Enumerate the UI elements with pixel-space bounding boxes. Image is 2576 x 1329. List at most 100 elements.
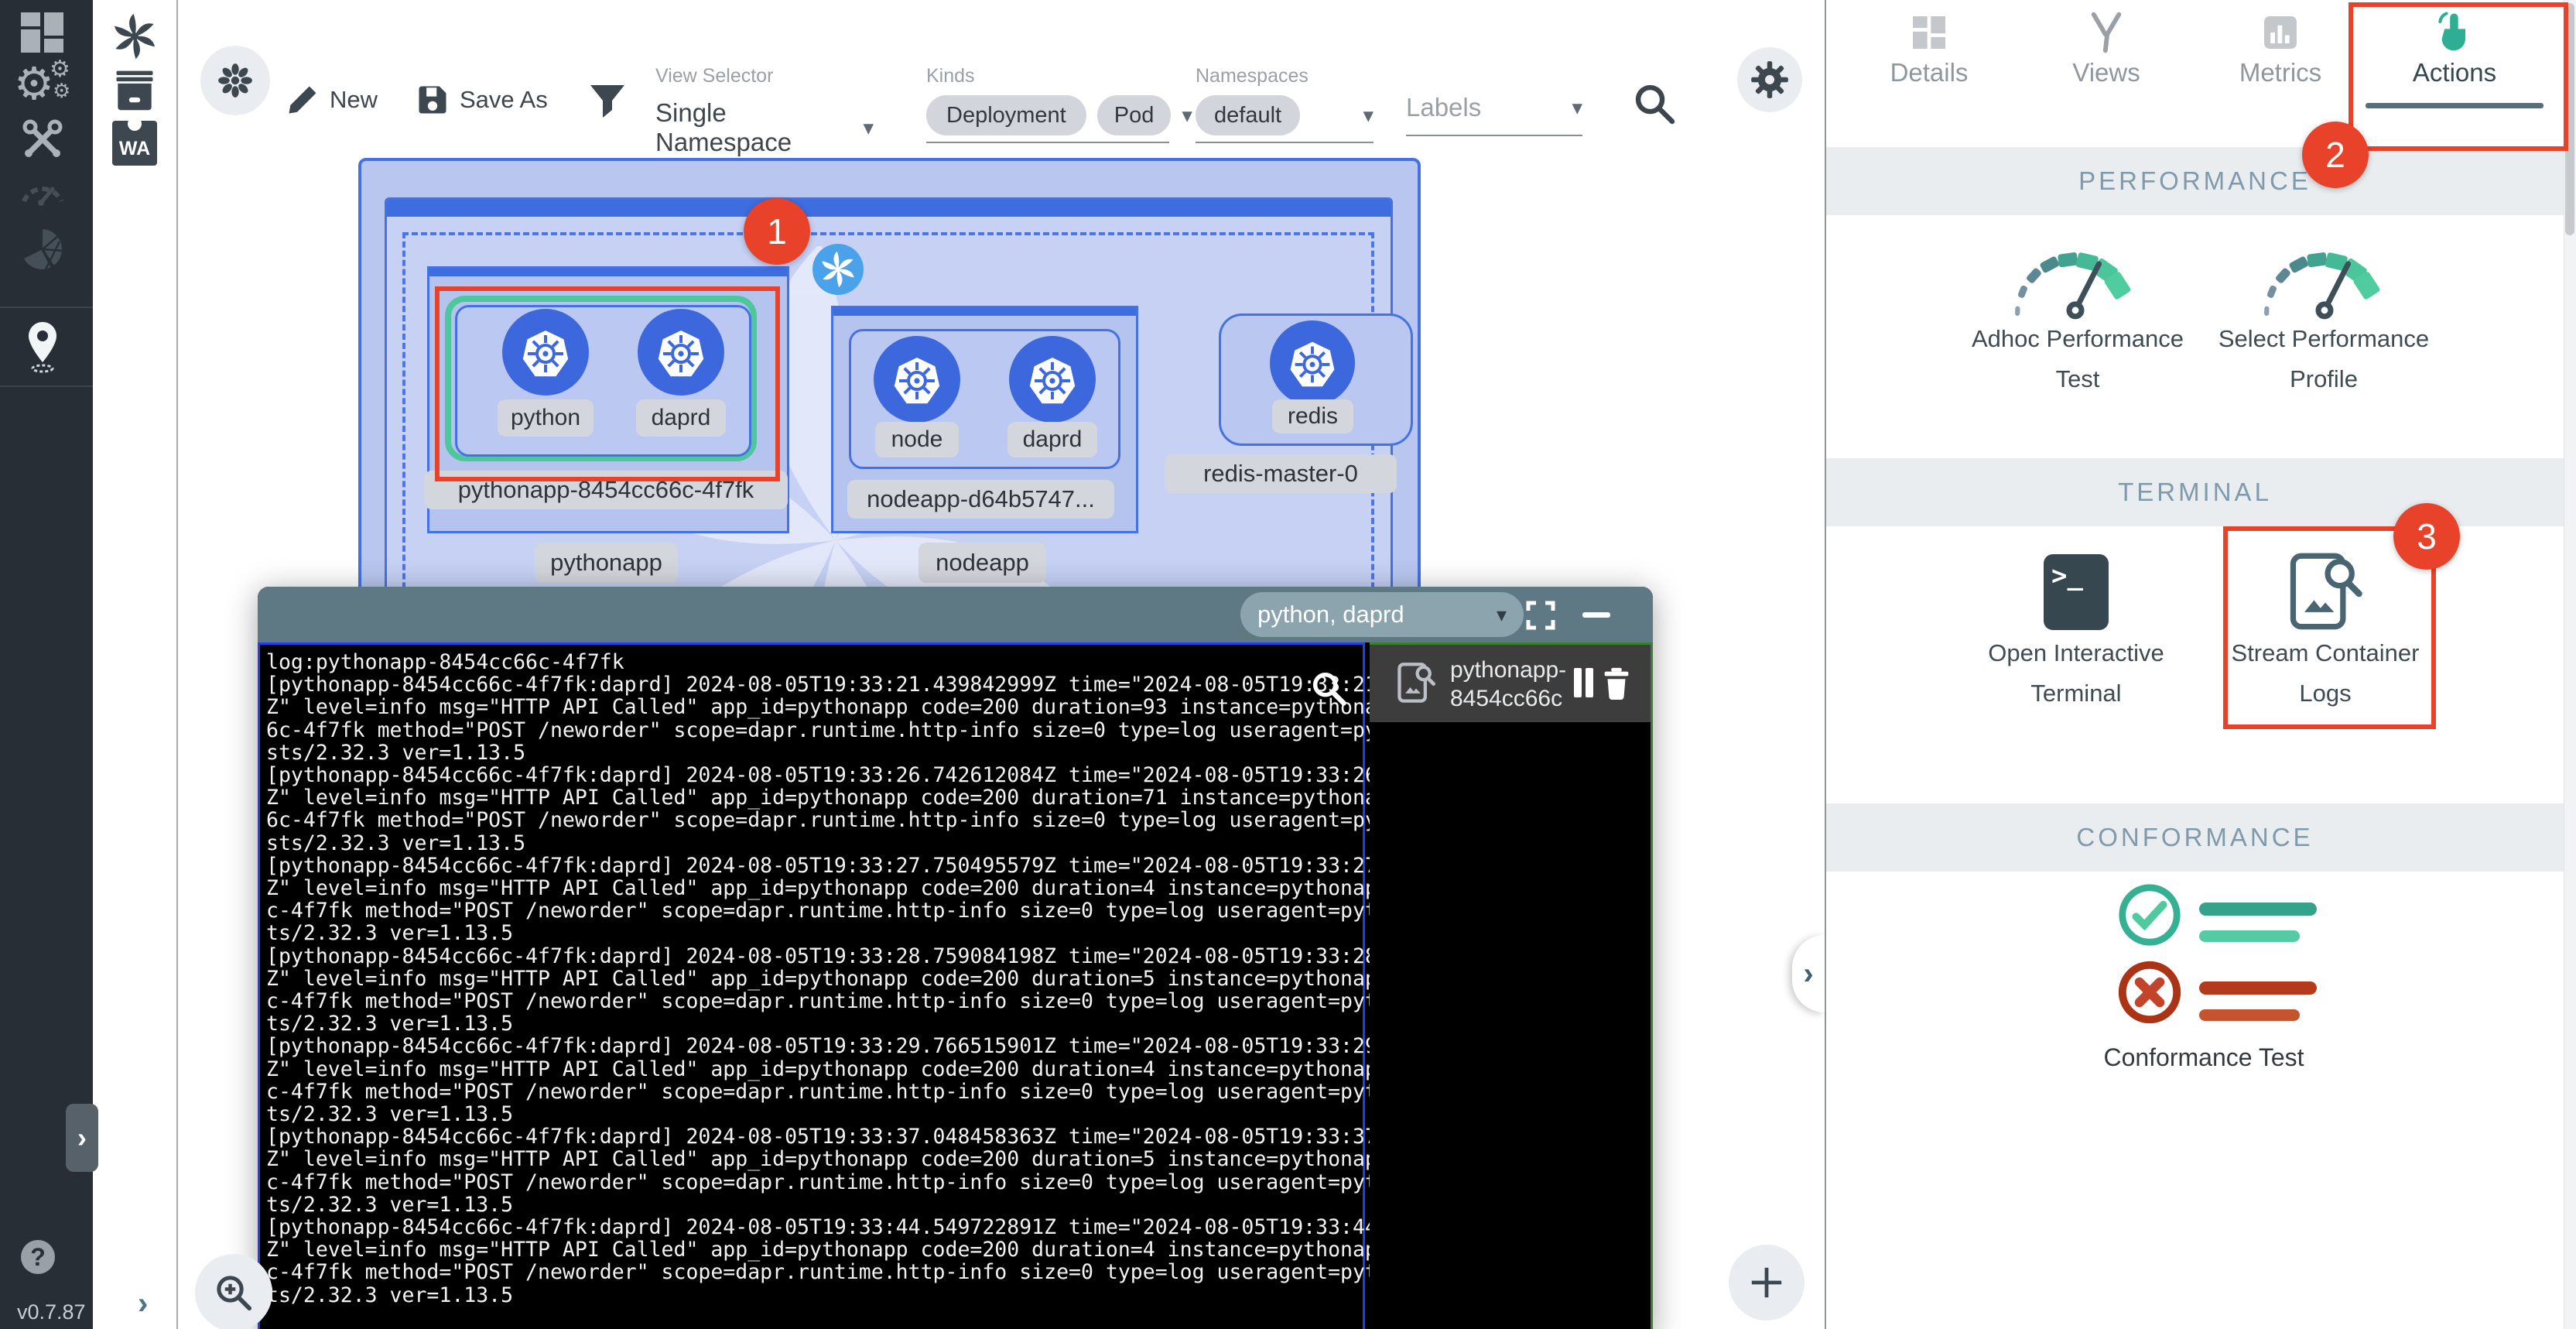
adhoc-performance-label-line1: Adhoc Performance bbox=[1954, 325, 2201, 353]
select-performance-label-line2: Profile bbox=[2200, 365, 2448, 393]
help-icon[interactable]: ? bbox=[21, 1240, 55, 1274]
settings-button[interactable] bbox=[1737, 47, 1802, 112]
container-selector[interactable]: python, daprd ▾ bbox=[1240, 592, 1524, 637]
log-line: [pythonapp-8454cc66c-4f7fk:daprd] 2024-0… bbox=[266, 1216, 1363, 1238]
log-line: log:pythonapp-8454cc66c-4f7fk bbox=[266, 651, 1363, 673]
adhoc-performance-label-line2: Test bbox=[1954, 365, 2201, 393]
container-node[interactable] bbox=[874, 336, 960, 423]
node-box-titlebar bbox=[387, 200, 1391, 217]
save-as-button[interactable]: Save As bbox=[416, 84, 548, 116]
x-line-2 bbox=[2199, 1009, 2300, 1021]
services-gear-icon[interactable]: ⚙ ⚙ ⚙ bbox=[14, 62, 74, 111]
conformance-test-label: Conformance Test bbox=[2072, 1043, 2335, 1072]
kubernetes-icon bbox=[1285, 336, 1339, 390]
view-selector-dropdown[interactable]: View Selector Single Namespace ▾ bbox=[655, 65, 874, 166]
scene-menu-button[interactable] bbox=[200, 46, 270, 115]
tab-views-label: Views bbox=[2044, 58, 2168, 87]
gauge-icon bbox=[2247, 232, 2402, 321]
kind-chip-pod[interactable]: Pod bbox=[1097, 95, 1172, 135]
terminal-titlebar[interactable]: python, daprd ▾ bbox=[258, 587, 1653, 642]
labels-placeholder: Labels bbox=[1406, 93, 1481, 122]
adhoc-performance-button[interactable] bbox=[1998, 232, 2153, 321]
log-line: Z" level=info msg="HTTP API Called" app_… bbox=[266, 968, 1363, 990]
metrics-icon bbox=[2259, 11, 2302, 54]
x-circle-icon bbox=[2116, 958, 2184, 1026]
annotation-rect-1 bbox=[435, 286, 780, 481]
dapr-logo-icon[interactable] bbox=[112, 14, 157, 59]
dapr-sidecar-badge bbox=[812, 244, 864, 295]
kinds-dropdown[interactable]: Kinds Deployment Pod ▾ bbox=[926, 65, 1169, 143]
zoom-in-icon bbox=[213, 1272, 255, 1314]
section-performance: PERFORMANCE bbox=[1826, 147, 2564, 215]
performance-gauge-icon[interactable] bbox=[18, 169, 67, 209]
log-line: Z" level=info msg="HTTP API Called" app_… bbox=[266, 1058, 1363, 1081]
zoom-in-button[interactable] bbox=[195, 1254, 272, 1329]
chevron-down-icon: ▾ bbox=[1182, 104, 1192, 128]
log-line: [pythonapp-8454cc66c-4f7fk:daprd] 2024-0… bbox=[266, 1035, 1363, 1057]
filter-icon[interactable] bbox=[588, 84, 627, 119]
log-line: c-4f7fk method="POST /neworder" scope=da… bbox=[266, 990, 1363, 1012]
new-button[interactable]: New bbox=[286, 84, 378, 116]
tab-details[interactable]: Details bbox=[1867, 11, 1991, 87]
select-performance-profile-button[interactable] bbox=[2247, 232, 2402, 321]
app-rail: WA › bbox=[93, 0, 178, 1329]
select-performance-label-line1: Select Performance bbox=[2200, 325, 2448, 353]
minimize-icon[interactable] bbox=[1582, 612, 1610, 618]
deployment-titlebar bbox=[833, 308, 1136, 316]
delete-stream-icon[interactable] bbox=[1599, 665, 1634, 700]
view-selector-value: Single Namespace bbox=[655, 98, 863, 157]
log-line: [pythonapp-8454cc66c-4f7fk:daprd] 2024-0… bbox=[266, 945, 1363, 968]
sidebar-expand-button[interactable]: › bbox=[66, 1104, 98, 1172]
view-selector-label: View Selector bbox=[655, 65, 874, 87]
add-button[interactable] bbox=[1729, 1245, 1805, 1320]
tab-metrics[interactable]: Metrics bbox=[2219, 11, 2342, 87]
kubernetes-icon bbox=[1025, 351, 1080, 407]
namespace-chip-default[interactable]: default bbox=[1196, 95, 1300, 135]
chevron-down-icon: ▾ bbox=[863, 116, 874, 140]
container-daprd2[interactable] bbox=[1009, 336, 1096, 423]
archive-icon[interactable] bbox=[112, 68, 157, 111]
tools-icon[interactable] bbox=[18, 116, 67, 163]
check-line-1 bbox=[2199, 903, 2317, 916]
log-line: ts/2.32.3 ver=1.13.5 bbox=[266, 1012, 1363, 1035]
kind-chip-deployment[interactable]: Deployment bbox=[926, 95, 1086, 135]
conformance-test-button[interactable] bbox=[2089, 875, 2321, 1037]
sidebar-divider bbox=[0, 385, 93, 387]
log-line: Z" level=info msg="HTTP API Called" app_… bbox=[266, 1238, 1363, 1261]
log-line: ts/2.32.3 ver=1.13.5 bbox=[266, 1194, 1363, 1216]
rail-expand-chevron[interactable]: › bbox=[138, 1286, 148, 1321]
panel-drawer-handle[interactable]: › bbox=[1792, 935, 1825, 1012]
log-line: Z" level=info msg="HTTP API Called" app_… bbox=[266, 877, 1363, 899]
save-as-button-label: Save As bbox=[460, 86, 548, 114]
terminal-log-area[interactable]: log:pythonapp-8454cc66c-4f7fk[pythonapp-… bbox=[258, 642, 1365, 1329]
map-pin-icon[interactable] bbox=[18, 320, 67, 373]
pencil-icon bbox=[286, 84, 319, 116]
stream-row[interactable]: pythonapp- 8454cc66c bbox=[1370, 645, 1651, 722]
open-terminal-label-line2: Terminal bbox=[1952, 680, 2200, 707]
terminal-window: python, daprd ▾ log:pythonapp-8454cc66c-… bbox=[258, 587, 1653, 1329]
graph-canvas[interactable]: New Save As View Selector Single Namespa… bbox=[178, 0, 1825, 1329]
pause-stream-icon[interactable] bbox=[1574, 668, 1593, 697]
log-line: [pythonapp-8454cc66c-4f7fk:daprd] 2024-0… bbox=[266, 1125, 1363, 1148]
details-panel: Details Views Metrics Actions 2 PERFORMA… bbox=[1826, 0, 2564, 1329]
plus-icon bbox=[1749, 1265, 1784, 1300]
annotation-badge-3: 3 bbox=[2393, 503, 2460, 570]
dapr-spiral-icon bbox=[820, 252, 856, 287]
dashboard-icon[interactable] bbox=[21, 12, 64, 53]
metrics-pie-icon[interactable] bbox=[18, 224, 67, 274]
labels-dropdown[interactable]: Labels ▾ bbox=[1406, 93, 1582, 136]
pod-label-nodeapp: nodeapp-d64b5747... bbox=[847, 480, 1114, 519]
section-conformance: CONFORMANCE bbox=[1826, 803, 2564, 872]
tab-views[interactable]: Views bbox=[2044, 11, 2168, 87]
log-line: sts/2.32.3 ver=1.13.5 bbox=[266, 832, 1363, 855]
open-interactive-terminal-button[interactable]: >_ bbox=[2044, 554, 2109, 630]
fullscreen-icon[interactable] bbox=[1525, 600, 1556, 631]
kinds-label: Kinds bbox=[926, 65, 1169, 87]
container-redis[interactable] bbox=[1270, 320, 1355, 406]
namespaces-dropdown[interactable]: Namespaces default ▾ bbox=[1196, 65, 1374, 143]
log-line: [pythonapp-8454cc66c-4f7fk:daprd] 2024-0… bbox=[266, 673, 1363, 696]
search-icon[interactable] bbox=[1631, 80, 1679, 128]
wasm-icon[interactable]: WA bbox=[112, 121, 157, 166]
open-terminal-label-line1: Open Interactive bbox=[1952, 639, 2200, 667]
log-line: Z" level=info msg="HTTP API Called" app_… bbox=[266, 786, 1363, 809]
